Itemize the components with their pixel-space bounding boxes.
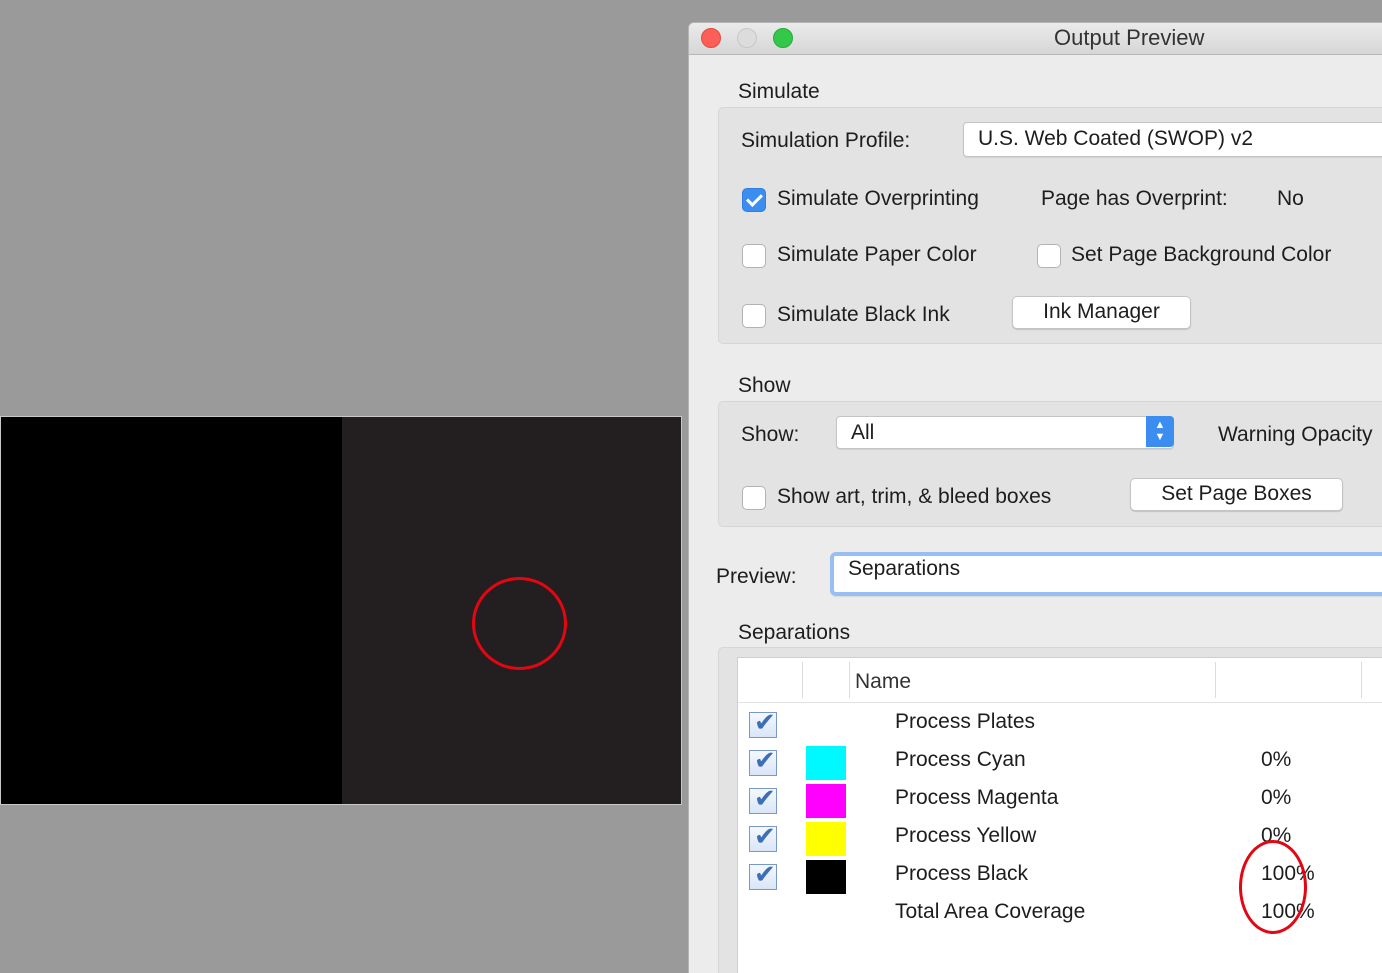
simulate-group: Simulation Profile: U.S. Web Coated (SWO…: [718, 107, 1382, 344]
column-header-name[interactable]: Name: [855, 670, 911, 694]
process-cyan-checkbox[interactable]: ✔: [749, 745, 777, 776]
column-divider: [849, 662, 850, 698]
table-row-name: Process Yellow: [895, 824, 1037, 847]
table-header-divider: [738, 702, 1382, 703]
annotation-circle: [472, 577, 567, 670]
process-yellow-checkbox[interactable]: ✔: [749, 821, 777, 852]
separations-table: Name ✔ Process Plates ✔ Process Cyan 0% …: [737, 657, 1382, 973]
page-overprint-value: No: [1277, 187, 1304, 210]
set-page-background-color-checkbox[interactable]: [1037, 244, 1061, 268]
preview-select[interactable]: Separations: [830, 552, 1382, 596]
black-swatch: [806, 860, 846, 894]
warning-opacity-label: Warning Opacity: [1218, 423, 1373, 446]
select-stepper-icon: ▲ ▼: [1146, 416, 1174, 447]
minimize-window-icon: [737, 28, 757, 48]
process-magenta-checkbox[interactable]: ✔: [749, 783, 777, 814]
table-row-name: Process Cyan: [895, 748, 1026, 771]
cyan-swatch: [806, 746, 846, 780]
page-overprint-label: Page has Overprint:: [1041, 187, 1228, 210]
show-section-label: Show: [738, 374, 791, 397]
ink-manager-button[interactable]: Ink Manager: [1012, 296, 1191, 329]
table-row-percent: 0%: [1261, 748, 1292, 771]
show-page-boxes-label: Show art, trim, & bleed boxes: [777, 485, 1052, 508]
simulate-paper-color-checkbox[interactable]: [742, 244, 766, 268]
table-row-percent: 0%: [1261, 786, 1292, 809]
yellow-swatch: [806, 822, 846, 856]
simulate-overprinting-label: Simulate Overprinting: [777, 187, 979, 210]
table-row-name: Process Magenta: [895, 786, 1059, 809]
column-divider: [1361, 662, 1362, 698]
column-divider: [802, 662, 803, 698]
process-plates-checkbox[interactable]: ✔: [749, 707, 777, 738]
simulation-profile-label: Simulation Profile:: [741, 129, 911, 152]
annotation-circle: [1239, 840, 1307, 934]
show-label: Show:: [741, 423, 800, 446]
show-page-boxes-checkbox[interactable]: [742, 486, 766, 510]
table-row-name: Process Plates: [895, 710, 1036, 733]
show-select[interactable]: All ▲ ▼: [836, 416, 1174, 449]
show-select-value: All: [851, 421, 875, 444]
magenta-swatch: [806, 784, 846, 818]
table-row-name: Process Black: [895, 862, 1029, 885]
simulate-section-label: Simulate: [738, 80, 820, 103]
preview-label: Preview:: [716, 565, 797, 588]
column-divider: [1215, 662, 1216, 698]
process-black-checkbox[interactable]: ✔: [749, 859, 777, 890]
show-group: Show: All ▲ ▼ Warning Opacity Show art, t…: [718, 401, 1382, 527]
simulate-black-ink-label: Simulate Black Ink: [777, 303, 950, 326]
title-bar: Output Preview: [689, 23, 1382, 55]
simulation-profile-select[interactable]: U.S. Web Coated (SWOP) v2: [963, 122, 1382, 157]
simulate-black-ink-checkbox[interactable]: [742, 304, 766, 328]
output-preview-dialog: Output Preview Simulate Simulation Profi…: [688, 22, 1382, 973]
separations-section-label: Separations: [738, 621, 851, 644]
zoom-window-icon[interactable]: [773, 28, 793, 48]
table-row-name: Total Area Coverage: [895, 900, 1086, 923]
set-page-background-color-label: Set Page Background Color: [1071, 243, 1332, 266]
simulate-overprinting-checkbox[interactable]: [742, 188, 766, 212]
simulate-paper-color-label: Simulate Paper Color: [777, 243, 977, 266]
document-canvas: [0, 416, 682, 805]
set-page-boxes-button[interactable]: Set Page Boxes: [1130, 478, 1343, 511]
close-window-icon[interactable]: [701, 28, 721, 48]
window-title: Output Preview: [1054, 25, 1205, 50]
